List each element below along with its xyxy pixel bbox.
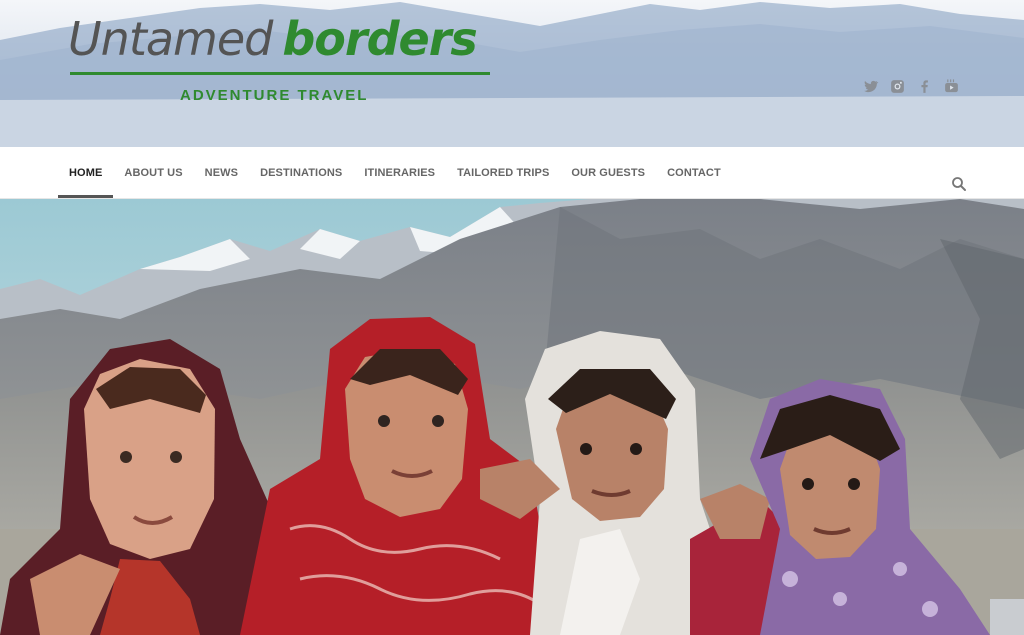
logo-tagline: ADVENTURE TRAVEL (180, 87, 369, 104)
hero-image (0, 199, 1024, 635)
logo-word-borders: borders (282, 12, 477, 66)
nav-item-itineraries[interactable]: ITINERARIES (353, 147, 446, 199)
logo[interactable]: Untamed borders ADVENTURE TRAVEL (68, 10, 492, 110)
nav-item-tailored-trips[interactable]: TAILORED TRIPS (446, 147, 560, 199)
instagram-icon[interactable] (889, 78, 906, 95)
hero-photo-girls-mountains (0, 199, 1024, 635)
search-icon[interactable] (950, 175, 968, 193)
site-header: Untamed borders ADVENTURE TRAVEL (0, 0, 1024, 147)
logo-wordmark: Untamed borders (68, 12, 478, 66)
nav-item-destinations[interactable]: DESTINATIONS (249, 147, 353, 199)
youtube-icon[interactable] (943, 78, 960, 95)
logo-word-untamed: Untamed (68, 12, 273, 66)
social-links (862, 76, 960, 96)
nav-item-our-guests[interactable]: OUR GUESTS (560, 147, 656, 199)
facebook-icon[interactable] (916, 78, 933, 95)
nav-menu: HOME ABOUT US NEWS DESTINATIONS ITINERAR… (58, 147, 732, 199)
nav-item-about-us[interactable]: ABOUT US (113, 147, 193, 199)
twitter-icon[interactable] (862, 78, 879, 95)
nav-item-contact[interactable]: CONTACT (656, 147, 732, 199)
nav-item-news[interactable]: NEWS (194, 147, 249, 199)
main-navigation: HOME ABOUT US NEWS DESTINATIONS ITINERAR… (0, 147, 1024, 199)
nav-item-home[interactable]: HOME (58, 147, 114, 199)
logo-underline (70, 72, 490, 75)
